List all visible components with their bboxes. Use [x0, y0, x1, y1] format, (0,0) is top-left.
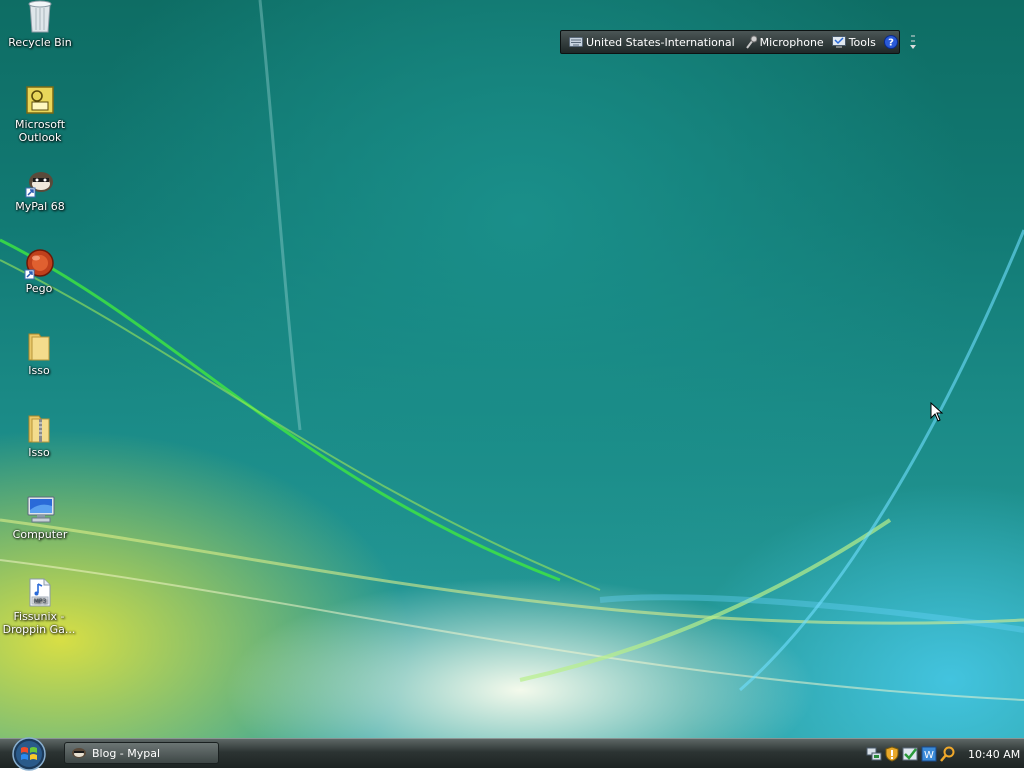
icon-label: Recycle Bin [8, 36, 72, 49]
language-selector[interactable]: United States-International [569, 36, 735, 49]
help-icon: ? [883, 35, 898, 49]
icon-label-line: Fissunix - [13, 610, 65, 623]
microphone-button[interactable]: Microphone [745, 35, 824, 49]
help-glyph: ? [888, 38, 894, 49]
icon-label: Fissunix - Droppin Ga... [0, 610, 78, 636]
mp3-file-icon: MP3 [29, 578, 51, 607]
options-arrow-icon [909, 35, 916, 49]
taskbar-button-blog-mypal[interactable]: Blog - Mypal [64, 742, 219, 764]
desktop-icon-isso-folder[interactable]: Isso [0, 330, 78, 377]
icon-label: MyPal 68 [15, 200, 65, 213]
microphone-icon [745, 35, 757, 49]
help-button[interactable]: ? [883, 35, 901, 49]
search-icon[interactable] [940, 746, 956, 762]
icon-label-line: Droppin Ga... [2, 623, 76, 636]
desktop-icon-fissunix-mp3[interactable]: MP3 Fissunix - Droppin Ga... [0, 576, 78, 636]
wallpaper [0, 0, 1024, 701]
desktop-icon-pego[interactable]: Pego [0, 248, 78, 295]
system-tray: W 10:40 AM [866, 742, 1024, 766]
language-icon[interactable]: W [921, 746, 937, 762]
taskbar: Blog - Mypal W 10:40 AM [0, 737, 1024, 771]
desktop-icon-microsoft-outlook[interactable]: Microsoft Outlook [1, 84, 79, 144]
keyboard-icon [569, 37, 583, 47]
tools-icon [831, 36, 846, 48]
start-button[interactable] [8, 737, 50, 771]
language-bar[interactable]: United States-International Microphone T… [560, 30, 916, 54]
folder-icon [28, 333, 50, 361]
svg-text:W: W [924, 750, 934, 761]
computer-icon [27, 496, 55, 523]
desktop-icon-mypal-68[interactable]: MyPal 68 [1, 166, 79, 213]
taskbar-button-label: Blog - Mypal [92, 746, 161, 760]
icon-label: Microsoft Outlook [1, 118, 79, 144]
svg-text:MP3: MP3 [34, 598, 47, 605]
icon-label: Pego [25, 282, 53, 295]
desktop-icon-isso-zip[interactable]: Isso [0, 412, 78, 459]
clock[interactable]: 10:40 AM [968, 748, 1020, 761]
mypal-icon [72, 748, 86, 758]
security-shield-icon[interactable] [885, 746, 899, 762]
tools-button[interactable]: Tools [831, 35, 876, 49]
tools-label: Tools [848, 35, 876, 49]
language-bar-options[interactable] [909, 33, 920, 51]
recycle-bin-icon [28, 0, 52, 33]
pego-icon [24, 249, 54, 280]
icon-label-line: Microsoft [14, 118, 66, 131]
update-check-icon[interactable] [902, 746, 918, 762]
icon-label: Isso [28, 446, 50, 459]
outlook-icon [26, 86, 54, 114]
network-icon[interactable] [866, 746, 882, 762]
icon-label: Computer [12, 528, 68, 541]
desktop-icon-recycle-bin[interactable]: Recycle Bin [1, 0, 79, 49]
mypal-icon [25, 172, 53, 198]
icon-label-line: Outlook [18, 131, 62, 144]
icon-label: Isso [28, 364, 50, 377]
desktop[interactable]: Recycle Bin Microsoft Outlook MyPal 68 P… [0, 0, 1024, 738]
language-label: United States-International [586, 35, 735, 49]
microphone-label: Microphone [759, 35, 824, 49]
zip-folder-icon [28, 415, 50, 443]
mouse-cursor-icon [930, 402, 944, 422]
desktop-icon-computer[interactable]: Computer [1, 494, 79, 541]
